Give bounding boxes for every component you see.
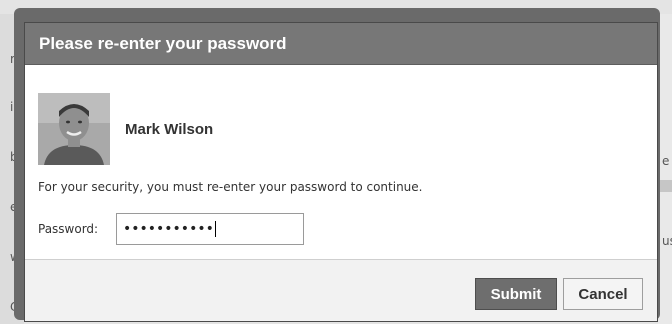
reauth-dialog: Please re-enter your password Mark Wilso…: [24, 22, 658, 322]
user-profile: Mark Wilson: [38, 93, 213, 165]
background-letter: e: [662, 154, 670, 168]
password-value: •••••••••••: [123, 221, 214, 237]
text-caret: [214, 221, 216, 237]
password-label: Password:: [38, 222, 99, 236]
user-name: Mark Wilson: [125, 120, 214, 138]
background-letter: i: [10, 100, 14, 114]
background-letter: us: [662, 234, 672, 248]
submit-button[interactable]: Submit: [475, 278, 557, 310]
cancel-button[interactable]: Cancel: [563, 278, 643, 310]
background-right-edge: e us: [658, 14, 672, 324]
user-photo-icon: [38, 93, 110, 165]
background-band: [658, 180, 672, 192]
password-field[interactable]: •••••••••••: [116, 213, 304, 245]
avatar: [38, 93, 110, 165]
dialog-title: Please re-enter your password: [39, 34, 287, 53]
dialog-header: Please re-enter your password: [25, 23, 657, 65]
security-message: For your security, you must re-enter you…: [38, 180, 423, 194]
dialog-footer: Submit Cancel: [25, 259, 657, 321]
password-row: Password: •••••••••••: [38, 213, 304, 245]
